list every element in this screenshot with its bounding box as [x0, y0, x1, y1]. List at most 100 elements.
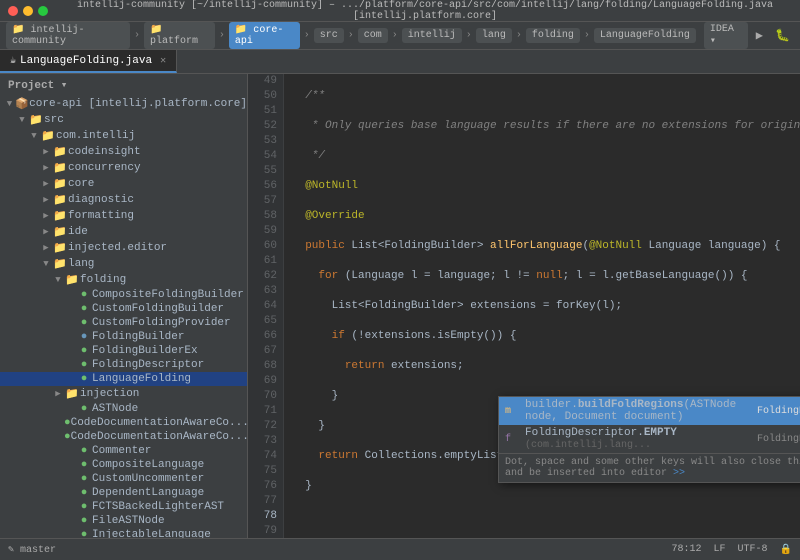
ac-hint-link[interactable]: >> [673, 468, 685, 479]
status-lf[interactable]: LF [714, 544, 726, 555]
folder-src-icon: 📁 [28, 113, 44, 127]
breadcrumb-platform[interactable]: 📁 platform [144, 22, 215, 49]
tree-item-folding[interactable]: ▼ 📁 folding [0, 272, 247, 288]
tree-item-codedoc2[interactable]: ● CodeDocumentationAwareCo... [0, 430, 247, 444]
status-bar: ✎ master 78:12 LF UTF-8 🔒 [0, 538, 800, 560]
status-lock-icon[interactable]: 🔒 [780, 544, 792, 556]
tree-item-folding-builder-ex[interactable]: ● FoldingBuilderEx [0, 344, 247, 358]
label-cfb: CompositeFoldingBuilder [92, 289, 244, 301]
label-concurrency: concurrency [68, 162, 141, 174]
tree-item-ide[interactable]: ▶ 📁 ide [0, 224, 247, 240]
tree-item-fcts-backed[interactable]: ● FCTSBackedLighterAST [0, 500, 247, 514]
ac-item-0[interactable]: m builder.buildFoldRegions(ASTNode node,… [499, 397, 800, 425]
code-line-57: if (!extensions.isEmpty()) { [292, 329, 800, 344]
line-num-73: 73 [254, 434, 277, 449]
class-icon10: ● [76, 445, 92, 457]
tree-item-composite-folding-builder[interactable]: ● CompositeFoldingBuilder [0, 288, 247, 302]
tree-root[interactable]: ▼ 📦 core-api [intellij.platform.core] [0, 96, 247, 112]
breadcrumb-src[interactable]: src [314, 28, 344, 43]
breadcrumb-lang[interactable]: lang [476, 28, 512, 43]
tree-item-formatting[interactable]: ▶ 📁 formatting [0, 208, 247, 224]
status-encoding[interactable]: UTF-8 [738, 544, 768, 555]
code-line-55: for (Language l = language; l != null; l… [292, 269, 800, 284]
tree-item-injection[interactable]: ▶ 📁 injection [0, 386, 247, 402]
tree-item-injected-editor[interactable]: ▶ 📁 injected.editor [0, 240, 247, 256]
interface-icon: ● [76, 331, 92, 343]
sidebar-header[interactable]: Project ▾ [0, 74, 247, 96]
tree-item-custom-folding-builder[interactable]: ● CustomFoldingBuilder [0, 302, 247, 316]
class-icon: ● [76, 289, 92, 301]
line-num-56: 56 [254, 179, 277, 194]
code-line-53: @Override [292, 209, 800, 224]
ac-type-1: FoldingDescriptor[] [757, 434, 800, 445]
line-num-60: 60 [254, 239, 277, 254]
tree-item-astnode[interactable]: ● ASTNode [0, 402, 247, 416]
code-line-63 [292, 509, 800, 524]
tree-item-lang[interactable]: ▼ 📁 lang [0, 256, 247, 272]
tree-item-dependent-language[interactable]: ● DependentLanguage [0, 486, 247, 500]
tree-item-diagnostic[interactable]: ▶ 📁 diagnostic [0, 192, 247, 208]
breadcrumb-core-api[interactable]: 📁 core-api [229, 22, 300, 49]
line-num-78: 78 [254, 509, 277, 524]
tree-item-custom-folding-provider[interactable]: ● CustomFoldingProvider [0, 316, 247, 330]
label-ide: ide [68, 226, 88, 238]
run-icon[interactable]: ▶ [752, 26, 767, 45]
breadcrumb-com[interactable]: com [358, 28, 388, 43]
idea-badge[interactable]: IDEA ▾ [704, 22, 748, 49]
line-num-72: 72 [254, 419, 277, 434]
tree-item-src[interactable]: ▼ 📁 src [0, 112, 247, 128]
breadcrumb-intellij[interactable]: intellij [402, 28, 462, 43]
tree-item-composite-language[interactable]: ● CompositeLanguage [0, 458, 247, 472]
java-file-icon: ☕ [10, 55, 16, 67]
line-num-53: 53 [254, 134, 277, 149]
ac-item-1[interactable]: f FoldingDescriptor.EMPTY (com.intellij.… [499, 425, 800, 453]
line-num-61: 61 [254, 254, 277, 269]
label-cd1: CodeDocumentationAwareCo... [71, 417, 248, 429]
debug-icon[interactable]: 🐛 [771, 26, 794, 45]
status-git[interactable]: ✎ master [8, 544, 56, 556]
label-injection: injection [80, 388, 139, 400]
tree-item-concurrency[interactable]: ▶ 📁 concurrency [0, 160, 247, 176]
class-icon5: ● [76, 359, 92, 371]
tree-item-injectable-language[interactable]: ● InjectableLanguage [0, 528, 247, 538]
folder-folding-icon: 📁 [64, 273, 80, 287]
tree-root-label: core-api [intellij.platform.core] [29, 98, 247, 110]
class-icon16: ● [76, 529, 92, 538]
tree-item-codedoc1[interactable]: ● CodeDocumentationAwareCo... [0, 416, 247, 430]
breadcrumb-folding[interactable]: folding [526, 28, 580, 43]
tree-item-commenter[interactable]: ● Commenter [0, 444, 247, 458]
code-line-49: /** [292, 89, 800, 104]
line-numbers: 49 50 51 52 53 54 55 56 57 58 59 60 61 6… [248, 74, 284, 538]
arrow-folding: ▼ [52, 275, 64, 285]
tree-item-core[interactable]: ▶ 📁 core [0, 176, 247, 192]
tree-item-folding-builder[interactable]: ● FoldingBuilder [0, 330, 247, 344]
tree-item-file-astnode[interactable]: ● FileASTNode [0, 514, 247, 528]
line-num-70: 70 [254, 389, 277, 404]
line-num-68: 68 [254, 359, 277, 374]
ac-label-1: FoldingDescriptor.EMPTY (com.intellij.la… [525, 427, 751, 451]
traffic-lights [8, 6, 48, 16]
class-icon15: ● [76, 515, 92, 527]
code-line-51: */ [292, 149, 800, 164]
tree-item-language-folding[interactable]: ● LanguageFolding [0, 372, 247, 386]
tree-item-folding-descriptor[interactable]: ● FoldingDescriptor [0, 358, 247, 372]
ac-label-0: builder.buildFoldRegions(ASTNode node, D… [525, 399, 751, 423]
maximize-button[interactable] [38, 6, 48, 16]
ac-field-icon: f [505, 434, 519, 445]
minimize-button[interactable] [23, 6, 33, 16]
tab-language-folding[interactable]: ☕ LanguageFolding.java ✕ [0, 50, 177, 73]
tree-arrow-root: ▼ [4, 99, 15, 109]
breadcrumb-language-folding[interactable]: LanguageFolding [594, 28, 696, 43]
status-position[interactable]: 78:12 [672, 544, 702, 555]
tree-item-custom-uncommenter[interactable]: ● CustomUncommenter [0, 472, 247, 486]
project-sidebar: Project ▾ ▼ 📦 core-api [intellij.platfor… [0, 74, 248, 538]
label-cusp: CustomFoldingProvider [92, 317, 231, 329]
tree-item-codeinsight[interactable]: ▶ 📁 codeinsight [0, 144, 247, 160]
arrow-injected-editor: ▶ [40, 243, 52, 253]
tree-item-com-intellij[interactable]: ▼ 📁 com.intellij [0, 128, 247, 144]
folder-icon: 📁 [52, 241, 68, 255]
breadcrumb-intellij-community[interactable]: 📁 intellij-community [6, 22, 130, 49]
tab-close-icon[interactable]: ✕ [160, 55, 166, 67]
close-button[interactable] [8, 6, 18, 16]
folder-icon: 📁 [52, 193, 68, 207]
